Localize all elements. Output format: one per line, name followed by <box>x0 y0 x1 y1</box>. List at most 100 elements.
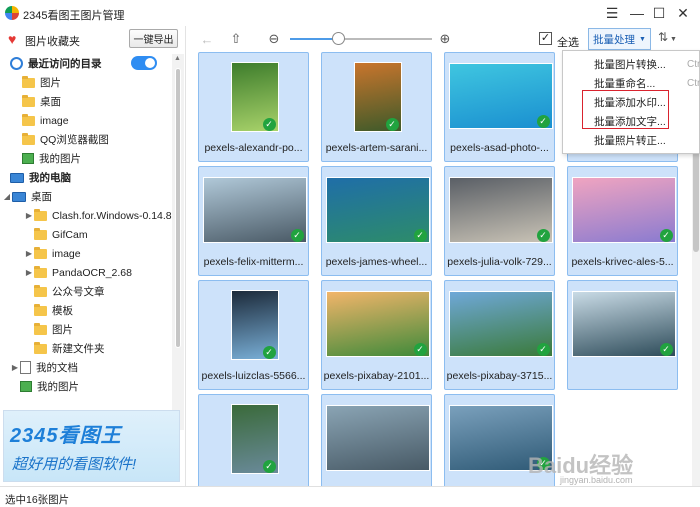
picture-folder-icon <box>20 381 32 392</box>
folder-icon <box>34 208 47 221</box>
menu-item-batch-rotate[interactable]: 批量照片转正... <box>563 131 700 150</box>
tree-item[interactable]: GifCam <box>0 225 172 244</box>
clock-icon <box>10 57 23 70</box>
tree-my-documents[interactable]: ▶ 我的文档 <box>0 358 172 377</box>
selected-check-icon[interactable]: ✓ <box>536 115 550 128</box>
favorites-label: 图片收藏夹 <box>25 36 80 48</box>
selected-check-icon[interactable]: ✓ <box>290 229 304 242</box>
select-all-checkbox[interactable]: ✓ <box>539 32 552 45</box>
tree-item[interactable]: 模板 <box>0 301 172 320</box>
folder-icon <box>34 341 47 354</box>
recent-toggle[interactable] <box>131 56 157 70</box>
image-filename: pexels-asad-photo-... <box>450 142 549 154</box>
folder-icon <box>34 284 47 297</box>
expand-arrow-icon[interactable]: ▶ <box>24 268 34 277</box>
image-tile[interactable]: ✓ pexels-pixabay-3715... <box>444 280 555 390</box>
banner-brand: 2345看图王 <box>10 425 122 447</box>
image-tile[interactable]: ✓ pexels-krivec-ales-5... <box>567 166 678 276</box>
image-tile[interactable]: ✓ <box>198 394 309 486</box>
folder-icon <box>22 75 35 88</box>
image-filename: pexels-julia-volk-729... <box>447 256 552 268</box>
selected-check-icon[interactable]: ✓ <box>385 118 399 131</box>
tree-item[interactable]: QQ浏览器截图 <box>0 130 172 149</box>
zoom-out-icon[interactable]: ⊖ <box>265 30 283 48</box>
expand-arrow-icon[interactable]: ▶ <box>10 363 20 372</box>
selected-check-icon[interactable]: ✓ <box>262 346 276 359</box>
image-tile[interactable] <box>321 394 432 486</box>
selected-check-icon[interactable]: ✓ <box>536 343 550 356</box>
sort-icon: ⇅ <box>658 30 669 44</box>
banner-slogan: 超好用的看图软件! <box>12 456 137 473</box>
folder-icon <box>34 322 47 335</box>
tree-item[interactable]: 图片 <box>0 73 172 92</box>
tree-my-pictures[interactable]: 我的图片 <box>0 377 172 396</box>
tree-item[interactable]: ▶ image <box>0 244 172 263</box>
image-tile[interactable]: ✓ pexels-felix-mitterm... <box>198 166 309 276</box>
computer-icon <box>10 172 24 183</box>
selected-check-icon[interactable]: ✓ <box>659 343 673 356</box>
expand-arrow-icon[interactable]: ▶ <box>24 249 34 258</box>
dropdown-caret-icon: ▼ <box>639 35 646 43</box>
selected-check-icon[interactable]: ✓ <box>262 460 276 473</box>
image-tile[interactable]: ✓ pexels-alexandr-po... <box>198 52 309 162</box>
minimize-icon[interactable]: — <box>626 3 648 23</box>
folder-icon <box>22 132 35 145</box>
image-tile[interactable]: ✓ pexels-julia-volk-729... <box>444 166 555 276</box>
folder-icon <box>34 246 47 259</box>
tree-recent-header[interactable]: 最近访问的目录 <box>0 54 172 73</box>
zoom-slider[interactable] <box>290 38 432 40</box>
back-arrow-icon[interactable]: ← <box>198 30 216 48</box>
scrollbar-thumb[interactable] <box>175 68 181 348</box>
image-filename: pexels-luizclas-5566... <box>201 370 306 382</box>
image-tile[interactable]: ✓ <box>567 280 678 390</box>
zoom-slider-knob[interactable] <box>332 32 345 45</box>
image-filename: pexels-artem-sarani... <box>325 142 428 154</box>
scroll-up-icon[interactable]: ▲ <box>174 55 181 62</box>
folder-icon <box>34 303 47 316</box>
menu-item-batch-convert[interactable]: 批量图片转换... Ctr <box>563 55 700 74</box>
selected-check-icon[interactable]: ✓ <box>262 118 276 131</box>
tree-item[interactable]: 新建文件夹 <box>0 339 172 358</box>
selected-check-icon[interactable]: ✓ <box>413 343 427 356</box>
folder-icon <box>34 227 47 240</box>
image-tile[interactable]: ✓ pexels-luizclas-5566... <box>198 280 309 390</box>
favorites-row[interactable]: ♥ 图片收藏夹 一键导出 <box>0 26 186 52</box>
expand-arrow-icon[interactable]: ◢ <box>2 192 12 201</box>
maximize-icon[interactable]: ☐ <box>648 3 670 23</box>
image-tile[interactable]: ✓ pexels-james-wheel... <box>321 166 432 276</box>
tree-item[interactable]: image <box>0 111 172 130</box>
tree-item[interactable]: ▶ Clash.for.Windows-0.14.8 <box>0 206 172 225</box>
select-all-label: 全选 <box>557 37 579 49</box>
folder-icon <box>22 113 35 126</box>
window-title: 2345看图王图片管理 <box>23 10 125 22</box>
selected-check-icon[interactable]: ✓ <box>413 229 427 242</box>
selected-check-icon[interactable]: ✓ <box>659 229 673 242</box>
image-tile[interactable]: ✓ pexels-artem-sarani... <box>321 52 432 162</box>
tree-item[interactable]: 图片 <box>0 320 172 339</box>
image-tile[interactable]: ✓ pexels-asad-photo-... <box>444 52 555 162</box>
selected-check-icon[interactable]: ✓ <box>536 229 550 242</box>
batch-process-button[interactable]: 批量处理 ▼ <box>588 28 651 50</box>
export-button[interactable]: 一键导出 <box>129 29 178 48</box>
tree-item[interactable]: ▶ PandaOCR_2.68 <box>0 263 172 282</box>
heart-icon: ♥ <box>8 31 17 47</box>
promo-banner[interactable]: 2345看图王 超好用的看图软件! <box>3 410 180 482</box>
tree-item[interactable]: 公众号文章 <box>0 282 172 301</box>
zoom-in-icon[interactable]: ⊕ <box>436 30 454 48</box>
image-filename: pexels-pixabay-3715... <box>446 370 553 382</box>
close-icon[interactable]: ✕ <box>672 3 694 23</box>
tree-my-computer[interactable]: 我的电脑 <box>0 168 172 187</box>
app-logo-icon <box>5 6 19 20</box>
tree-item[interactable]: 我的图片 <box>0 149 172 168</box>
expand-arrow-icon[interactable]: ▶ <box>24 211 34 220</box>
tree-item[interactable]: 桌面 <box>0 92 172 111</box>
tree-desktop[interactable]: ◢ 桌面 <box>0 187 172 206</box>
menu-icon[interactable]: ☰ <box>601 3 623 23</box>
sort-button[interactable]: ⇅ ▼ <box>658 30 688 48</box>
folder-tree: 最近访问的目录 图片 桌面 image QQ浏览器截图 我的图片 我的电脑 ◢ 桌… <box>0 54 172 426</box>
app-window: 2345看图王图片管理 ☰ — ☐ ✕ ♥ 图片收藏夹 一键导出 最近访问的目录… <box>0 0 700 507</box>
sidebar-scrollbar[interactable]: ▲ ▼ <box>172 54 184 430</box>
image-tile[interactable]: ✓ pexels-pixabay-2101... <box>321 280 432 390</box>
up-folder-icon[interactable]: ⇧ <box>227 30 245 48</box>
watermark-sub: jingyan.baidu.com <box>560 475 633 485</box>
